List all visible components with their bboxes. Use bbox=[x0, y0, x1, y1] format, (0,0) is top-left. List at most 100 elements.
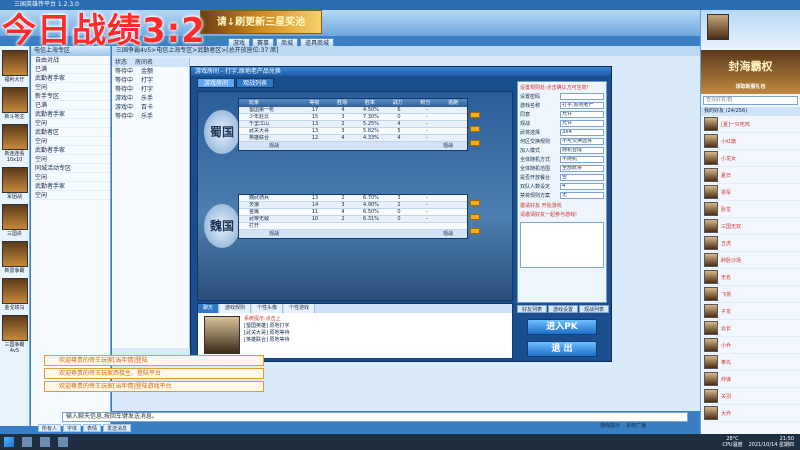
setting-random-mode[interactable]: 全体随机方式 不随机 bbox=[520, 155, 604, 164]
clock[interactable]: 21:50 2021/10/14 星期四 bbox=[749, 436, 794, 448]
setting-ban-rule[interactable]: 禁将规则方案无 bbox=[520, 191, 604, 200]
game-item-lianliankan[interactable]: 新连连看10x10 bbox=[0, 124, 29, 163]
invite-friends-link[interactable]: 邀请好友 开始游戏 bbox=[520, 202, 604, 209]
search-icon[interactable] bbox=[22, 437, 32, 447]
friend-item[interactable]: 小乔 bbox=[701, 337, 800, 354]
spectate-button[interactable]: 观战 bbox=[443, 230, 453, 238]
tab-game-room[interactable]: 游戏房间 bbox=[197, 78, 236, 88]
player-row[interactable]: 英雄联合 12 4 4.33% 4- bbox=[239, 135, 467, 142]
tab-avatar[interactable]: 个性头像 bbox=[252, 304, 284, 313]
game-item-leizhengba[interactable]: 新雷争霸 bbox=[0, 241, 29, 274]
friend-item[interactable]: 无名 bbox=[701, 269, 800, 286]
table-row[interactable]: 等待中 金额 bbox=[112, 67, 189, 76]
broadcast-toggle[interactable]: 系统广播 bbox=[626, 422, 646, 430]
tab-chat[interactable]: 聊天 bbox=[198, 304, 220, 313]
table-row[interactable]: 等待中 打字 bbox=[112, 85, 189, 94]
browser-icon[interactable] bbox=[40, 437, 50, 447]
table-row[interactable]: 游戏中 乐手 bbox=[112, 94, 189, 103]
emoji-button[interactable]: 表情 bbox=[83, 424, 102, 432]
friend-item[interactable]: 关羽 bbox=[701, 388, 800, 405]
player-row[interactable]: 武帝无敌 10 2 6.31% 0- bbox=[239, 216, 467, 223]
setting-swap-rule[interactable]: 何区交换规则 不可交换选将 bbox=[520, 137, 604, 146]
game-item-legion[interactable]: 军团战 bbox=[0, 167, 29, 200]
friend-item[interactable]: 奉先 bbox=[701, 354, 800, 371]
recipient-select[interactable]: 所有人 bbox=[38, 424, 62, 432]
promo-banner[interactable]: 请↓刷更新三星奖池 bbox=[200, 10, 322, 34]
friends-header[interactable]: 我的好友 (24/256) bbox=[701, 107, 800, 116]
friend-item[interactable]: 大乔 bbox=[701, 405, 800, 422]
friend-item[interactable]: 夏日 bbox=[701, 167, 800, 184]
spectate-button[interactable]: 观战 bbox=[269, 142, 279, 150]
friend-item[interactable]: 飞将 bbox=[701, 286, 800, 303]
game-tips-toggle[interactable]: 游戏提示 bbox=[600, 422, 620, 430]
friend-item[interactable]: 仲谋 bbox=[701, 371, 800, 388]
tab-game-rules[interactable]: 游戏规则 bbox=[220, 304, 252, 313]
setting-random-range[interactable]: 全体随机范围 全部武将 bbox=[520, 164, 604, 173]
tree-item[interactable]: 空闲 bbox=[31, 83, 110, 92]
tree-item[interactable]: 武勤者手家 bbox=[31, 146, 110, 155]
send-button[interactable]: 发送消息 bbox=[103, 424, 132, 432]
game-item-doudizhu[interactable]: 新斗地主 bbox=[0, 87, 29, 120]
player-row[interactable]: 武关大哥 13 3 5.82% 5- bbox=[239, 128, 467, 135]
tree-item[interactable]: 新手专区 bbox=[31, 92, 110, 101]
friend-item[interactable]: 将军 bbox=[701, 184, 800, 201]
setting-join-mode[interactable]: 加入模式 随机合成 bbox=[520, 146, 604, 155]
setting-team-size[interactable]: 双队人数设定 4 bbox=[520, 182, 604, 191]
tab-spectator-list[interactable]: 观战列表 bbox=[579, 305, 610, 313]
chat-input[interactable]: 输入聊天信息,按回车键发送消息。 bbox=[62, 412, 688, 422]
player-row[interactable]: 千里江山 13 2 5.25% 4- bbox=[239, 121, 467, 128]
ad-banner[interactable]: 封海霸权 领取新服礼包 bbox=[701, 50, 800, 94]
friend-item[interactable]: 子龙 bbox=[701, 303, 800, 320]
player-row[interactable]: 魏武骑兵 13 2 6.70% 3- bbox=[239, 195, 467, 202]
tree-item[interactable]: 空闲 bbox=[31, 119, 110, 128]
tree-item[interactable]: 已满 bbox=[31, 65, 110, 74]
friend-invite-list[interactable] bbox=[520, 222, 604, 268]
tree-item[interactable]: 武勤者手家 bbox=[31, 182, 110, 191]
player-row[interactable]: 天狼 14 3 4.90% 2- bbox=[239, 202, 467, 209]
game-app-icon[interactable] bbox=[58, 437, 68, 447]
player-row[interactable]: 金鹰 11 4 6.50% 0- bbox=[239, 209, 467, 216]
game-item-welfare[interactable]: 福利大厅 bbox=[0, 50, 29, 83]
start-button[interactable] bbox=[4, 437, 14, 447]
friend-item[interactable]: 醉卧沙场 bbox=[701, 252, 800, 269]
game-item-sanguo-4v5[interactable]: 三国争霸4v5 bbox=[0, 315, 29, 354]
setting-spectate[interactable]: 观战 允许 bbox=[520, 119, 604, 128]
friend-item[interactable]: 卧龙 bbox=[701, 201, 800, 218]
friend-item[interactable]: 五虎 bbox=[701, 235, 800, 252]
avatar[interactable] bbox=[707, 14, 729, 40]
table-row[interactable]: 游戏中 百卡 bbox=[112, 103, 189, 112]
table-row[interactable]: 等待中 打字 bbox=[112, 76, 189, 85]
spectate-button[interactable]: 观战 bbox=[269, 230, 279, 238]
enter-pk-button[interactable]: 进入PK bbox=[527, 319, 597, 335]
tree-item[interactable]: 同城活动专区 bbox=[31, 164, 110, 173]
game-item-sanguosha[interactable]: 三国杀 bbox=[0, 204, 29, 237]
weather-widget[interactable]: 28°C CPU温度 bbox=[722, 436, 742, 448]
exit-button[interactable]: 退 出 bbox=[527, 341, 597, 357]
table-row[interactable]: 等待中 乐手 bbox=[112, 112, 189, 121]
tab-friends[interactable]: 好友列表 bbox=[517, 305, 548, 313]
setting-open-table[interactable]: 是否开放餐台否 bbox=[520, 173, 604, 182]
setting-agree[interactable]: 同意 允许 bbox=[520, 110, 604, 119]
friend-item[interactable]: [夏]一只吃鸡 bbox=[701, 116, 800, 133]
tree-item[interactable]: 空闲 bbox=[31, 137, 110, 146]
open-seat-row[interactable]: 打开 bbox=[239, 223, 467, 230]
setting-password[interactable]: 设置密码 bbox=[520, 92, 604, 101]
friend-item[interactable]: 三国无双 bbox=[701, 218, 800, 235]
tree-item[interactable]: 空闲 bbox=[31, 155, 110, 164]
tree-item[interactable]: 武勤者手家 bbox=[31, 74, 110, 83]
tab-personal-game[interactable]: 个性游戏 bbox=[284, 304, 316, 313]
tree-item[interactable]: 自由对战 bbox=[31, 56, 110, 65]
tree-item[interactable]: 已满 bbox=[31, 101, 110, 110]
friend-item[interactable]: 小龙女 bbox=[701, 150, 800, 167]
setting-game-name[interactable]: 游戏名称 打字,原地老产 bbox=[520, 101, 604, 110]
tree-item[interactable]: 空闲 bbox=[31, 173, 110, 182]
friend-item[interactable]: 小红旗 bbox=[701, 133, 800, 150]
player-row[interactable]: 蜀国第一枪 17 4 4.50% 6- bbox=[239, 107, 467, 114]
friend-search-input[interactable]: 查找好友/群 bbox=[703, 96, 798, 105]
tab-spectators[interactable]: 观战列表 bbox=[236, 78, 275, 88]
spectate-button[interactable]: 观战 bbox=[443, 142, 453, 150]
tree-item[interactable]: 武勤者手家 bbox=[31, 110, 110, 119]
setting-hero-pick[interactable]: 武将选择 3X4 bbox=[520, 128, 604, 137]
player-row[interactable]: 少年赵云 15 3 7.30% 0- bbox=[239, 114, 467, 121]
tree-item[interactable]: 空闲 bbox=[31, 191, 110, 200]
